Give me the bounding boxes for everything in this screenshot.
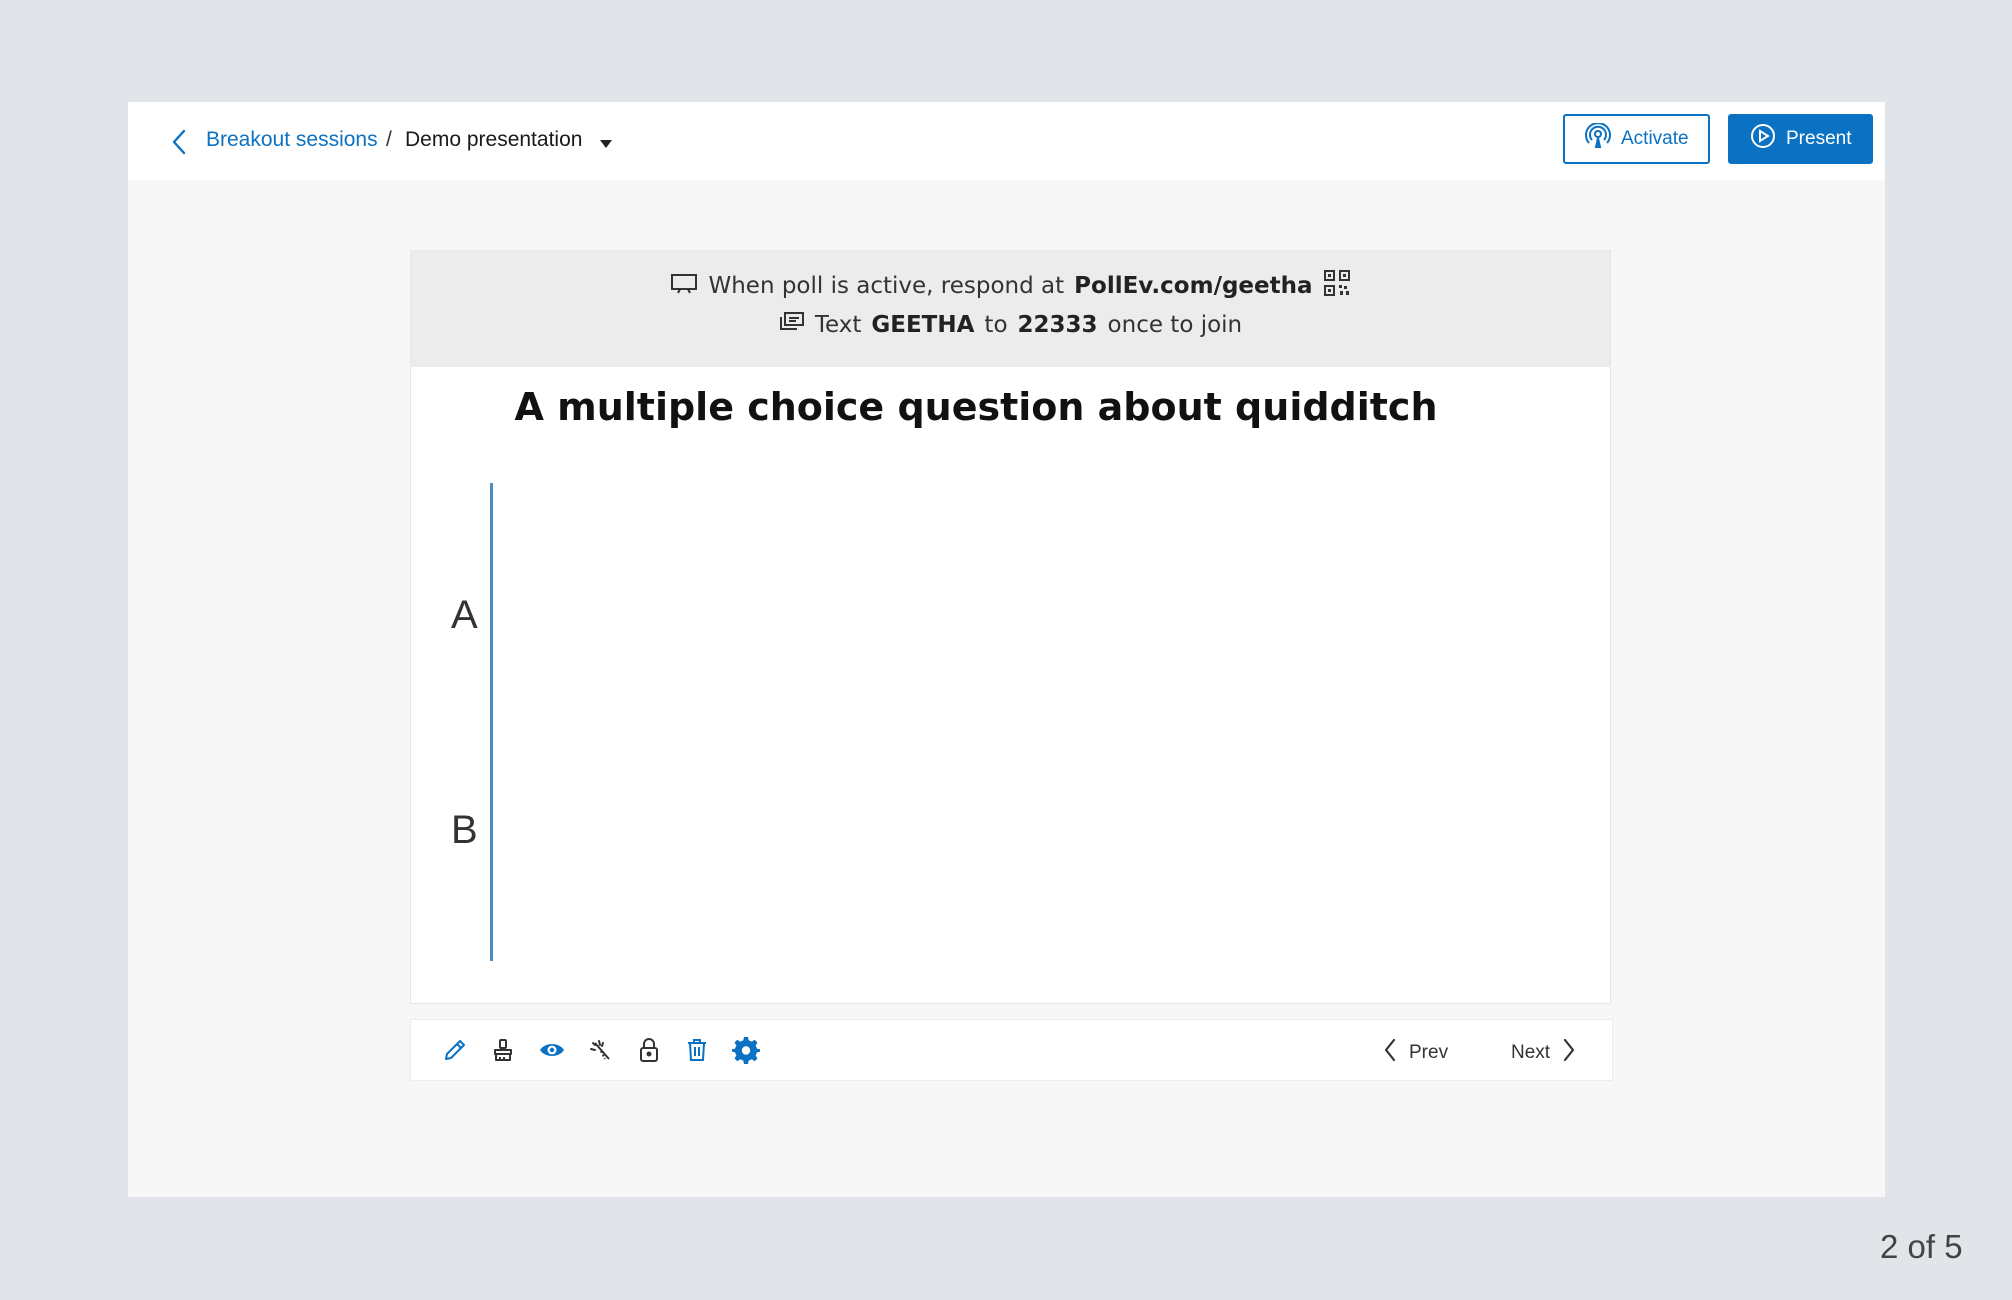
question-title: A multiple choice question about quiddit… — [514, 385, 1438, 429]
results-chart: A B — [441, 483, 1581, 983]
presentation-window: Breakout sessions / Demo presentation Ac… — [128, 102, 1885, 1197]
respond-prefix: When poll is active, respond at — [708, 273, 1065, 299]
breadcrumb-separator: / — [386, 128, 392, 151]
pagination-indicator: 2 of 5 — [1880, 1228, 1963, 1265]
chevron-right-icon — [1562, 1038, 1576, 1068]
next-label: Next — [1511, 1042, 1551, 1063]
activate-button[interactable]: Activate — [1563, 114, 1710, 164]
prev-label: Prev — [1409, 1042, 1449, 1063]
caret-down-icon[interactable] — [598, 137, 614, 149]
clear-responses-icon[interactable] — [584, 1034, 616, 1066]
category-label-a: A — [451, 593, 478, 637]
category-label-b: B — [451, 808, 478, 852]
pencil-icon[interactable] — [439, 1034, 471, 1066]
present-label: Present — [1786, 128, 1852, 149]
play-circle-icon — [1750, 123, 1776, 155]
activate-label: Activate — [1621, 128, 1689, 149]
prev-button[interactable]: Prev — [1383, 1038, 1448, 1068]
response-instructions-banner: When poll is active, respond at PollEv.c… — [411, 251, 1610, 367]
sms-icon — [779, 311, 805, 339]
next-button[interactable]: Next — [1511, 1038, 1576, 1068]
text-suffix: once to join — [1107, 312, 1243, 338]
chart-axis — [490, 483, 493, 961]
slide-toolbar: Prev Next — [410, 1019, 1613, 1081]
text-number: 22333 — [1017, 312, 1098, 338]
text-instructions: Text GEETHA to 22333 once to join — [411, 311, 1610, 339]
lock-icon[interactable] — [633, 1034, 665, 1066]
respond-instructions: When poll is active, respond at PollEv.c… — [411, 269, 1610, 303]
eye-icon[interactable] — [536, 1034, 568, 1066]
chevron-left-icon — [1383, 1038, 1397, 1068]
breadcrumb-current: Demo presentation — [405, 128, 583, 151]
text-prefix: Text — [814, 312, 862, 338]
trash-icon[interactable] — [681, 1034, 713, 1066]
respond-url: PollEv.com/geetha — [1074, 273, 1313, 299]
gear-icon[interactable] — [730, 1034, 762, 1066]
screen-icon — [670, 272, 698, 300]
present-button[interactable]: Present — [1728, 114, 1873, 164]
brush-icon[interactable] — [487, 1034, 519, 1066]
back-chevron-icon[interactable] — [168, 128, 192, 156]
qr-code-icon — [1323, 269, 1351, 303]
broadcast-icon — [1585, 122, 1611, 155]
poll-slide: When poll is active, respond at PollEv.c… — [410, 250, 1611, 1004]
text-to: to — [984, 312, 1008, 338]
top-bar: Breakout sessions / Demo presentation Ac… — [128, 102, 1885, 180]
text-keyword: GEETHA — [871, 312, 975, 338]
breadcrumb-parent-link[interactable]: Breakout sessions — [206, 128, 378, 152]
